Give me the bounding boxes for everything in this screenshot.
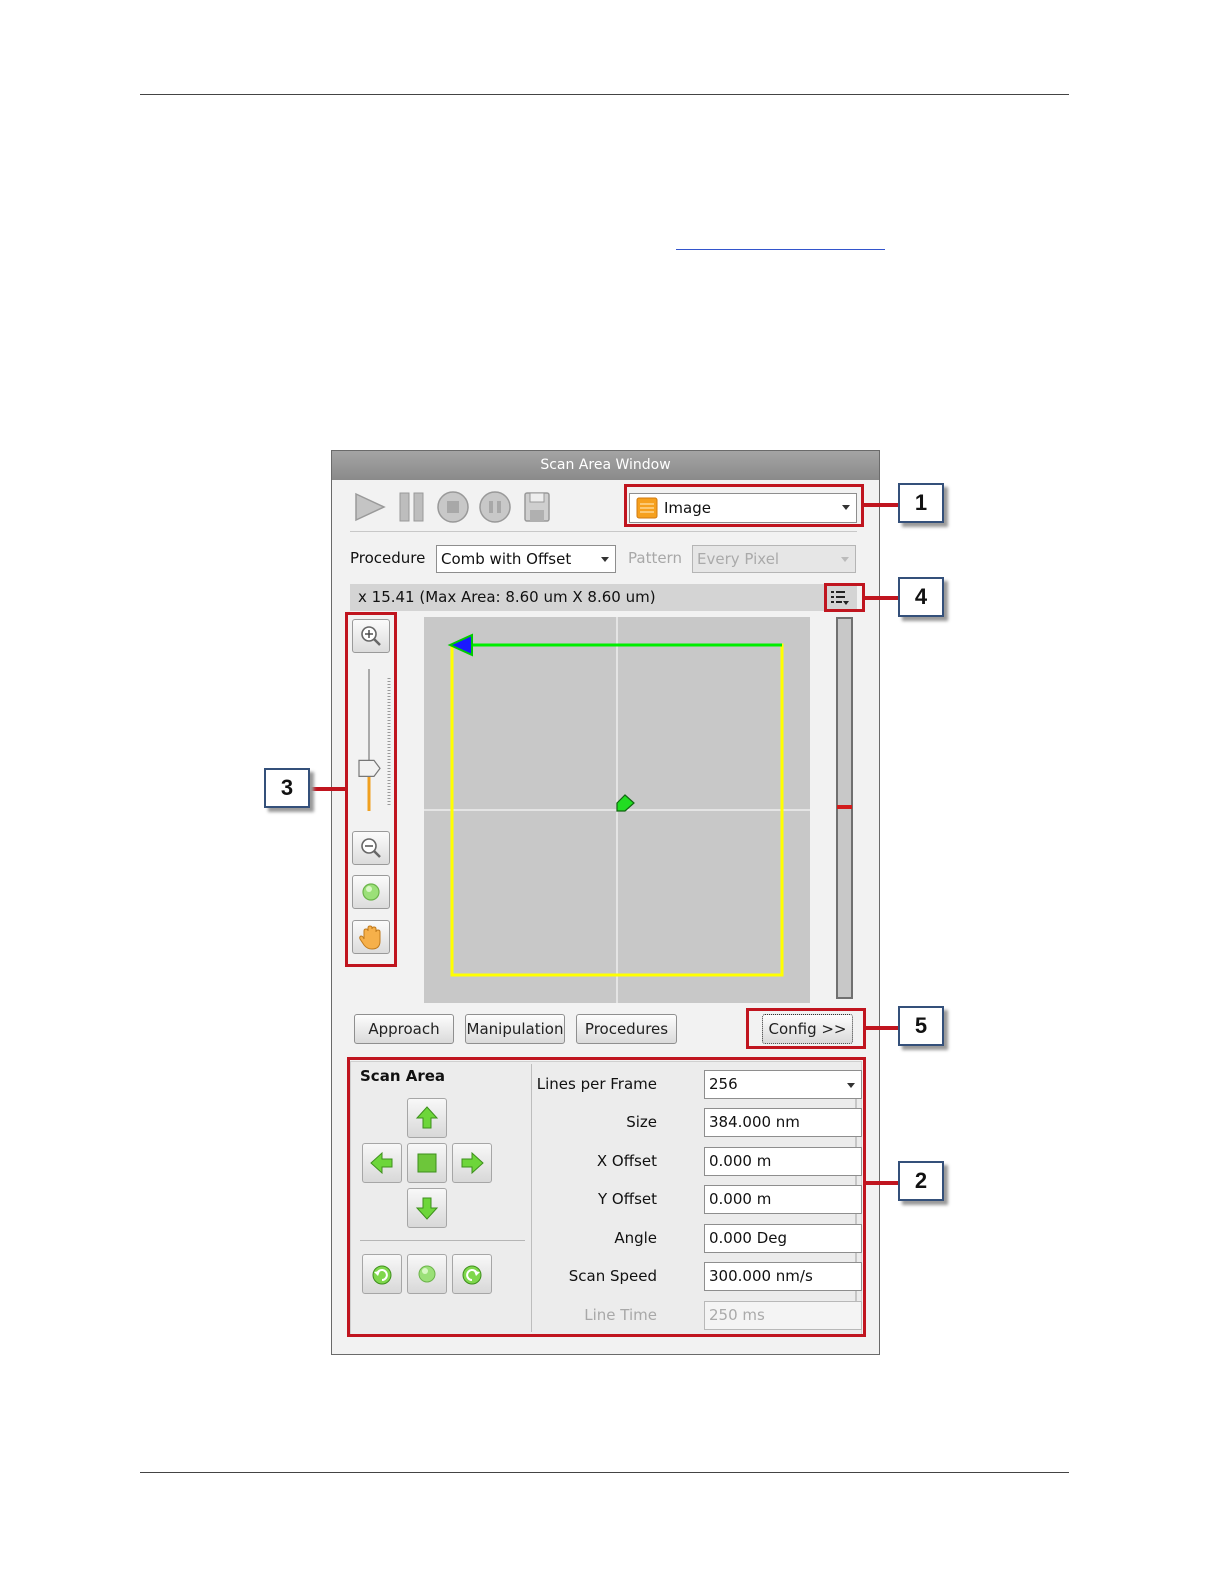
callout-connector-2 xyxy=(866,1181,898,1185)
document-link-underline[interactable] xyxy=(676,249,885,250)
chevron-down-icon xyxy=(601,557,609,562)
pattern-select-value: Every Pixel xyxy=(697,550,780,568)
pause-icon[interactable] xyxy=(396,491,428,523)
window-title: Scan Area Window xyxy=(332,451,879,480)
tip-position-marker[interactable] xyxy=(616,794,635,812)
save-icon[interactable] xyxy=(522,490,552,524)
z-position-marker[interactable] xyxy=(837,805,852,809)
page-header-rule xyxy=(140,94,1069,95)
callout-connector-5 xyxy=(866,1026,898,1030)
zoom-info-text: x 15.41 (Max Area: 8.60 um X 8.60 um) xyxy=(358,588,656,606)
page-footer-rule xyxy=(140,1472,1069,1473)
callout-2: 2 xyxy=(898,1161,944,1201)
callout-connector-4 xyxy=(865,596,898,600)
toolbar-divider xyxy=(350,531,857,532)
callout-3: 3 xyxy=(264,768,310,808)
chevron-down-icon xyxy=(841,557,849,562)
play-icon[interactable] xyxy=(352,491,388,523)
stop-after-icon[interactable] xyxy=(478,490,512,524)
callout-4: 4 xyxy=(898,577,944,617)
callout-1: 1 xyxy=(898,483,944,523)
procedure-select[interactable]: Comb with Offset xyxy=(436,545,616,573)
highlight-config-button xyxy=(746,1008,866,1049)
procedure-label: Procedure xyxy=(350,549,426,567)
procedure-select-value: Comb with Offset xyxy=(441,550,572,568)
pattern-label: Pattern xyxy=(628,549,682,567)
pattern-select: Every Pixel xyxy=(692,545,856,573)
highlight-scan-area-panel xyxy=(347,1057,866,1337)
scan-view-canvas[interactable] xyxy=(424,617,810,1003)
highlight-mode-select xyxy=(624,484,864,527)
stop-icon[interactable] xyxy=(436,490,470,524)
manipulation-button[interactable]: Manipulation xyxy=(465,1014,565,1044)
scan-info-bar: x 15.41 (Max Area: 8.60 um X 8.60 um) xyxy=(350,584,857,611)
highlight-menu-icon xyxy=(824,583,865,612)
callout-5: 5 xyxy=(898,1006,944,1046)
callout-connector-1 xyxy=(864,503,898,507)
procedures-button[interactable]: Procedures xyxy=(576,1014,677,1044)
approach-button[interactable]: Approach xyxy=(354,1014,454,1044)
highlight-zoom-tools xyxy=(345,612,397,967)
callout-connector-3 xyxy=(310,787,345,791)
